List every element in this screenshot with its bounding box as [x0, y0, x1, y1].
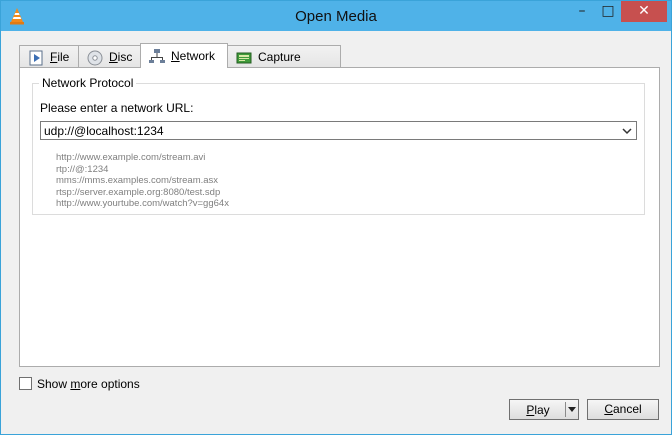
- example-url: mms://mms.examples.com/stream.asx: [56, 175, 219, 186]
- file-icon: [29, 50, 43, 66]
- url-examples: http://www.example.com/stream.avi rtp://…: [56, 152, 229, 210]
- cancel-button[interactable]: Cancel: [587, 399, 659, 420]
- network-icon: [149, 49, 165, 63]
- group-title: Network Protocol: [39, 76, 137, 90]
- chevron-down-icon[interactable]: [620, 124, 634, 138]
- example-url: rtp://@:1234: [56, 163, 109, 175]
- tab-disc[interactable]: Disc: [78, 45, 141, 67]
- show-more-options-checkbox[interactable]: [19, 377, 32, 390]
- close-button[interactable]: ✕: [621, 1, 667, 22]
- example-url: rtsp://server.example.org:8080/test.sdp: [56, 186, 221, 198]
- show-more-options-label[interactable]: Show more options: [37, 377, 140, 391]
- play-button[interactable]: Play: [509, 399, 579, 420]
- title-bar[interactable]: Open Media – □ ✕: [1, 1, 671, 31]
- tab-file[interactable]: File: [19, 45, 79, 67]
- open-media-dialog: Open Media – □ ✕ File Disc Network Captu…: [0, 0, 672, 435]
- minimize-button[interactable]: –: [569, 1, 595, 22]
- tab-file-label: File: [50, 50, 70, 64]
- network-url-combobox[interactable]: [40, 121, 637, 140]
- tab-capture-device[interactable]: Capture Device: [227, 45, 341, 86]
- disc-icon: [87, 50, 103, 66]
- network-url-input[interactable]: [44, 122, 614, 139]
- tab-network[interactable]: Network: [140, 43, 228, 68]
- tab-disc-label: Disc: [109, 50, 133, 64]
- play-split-divider: [565, 402, 566, 417]
- capture-device-icon: [236, 52, 252, 64]
- example-url: http://www.example.com/stream.avi: [56, 152, 206, 163]
- example-url: http://www.yourtube.com/watch?v=gg64x: [56, 198, 229, 209]
- play-button-label[interactable]: Play: [510, 403, 566, 417]
- network-protocol-group: Network Protocol Please enter a network …: [32, 76, 645, 215]
- maximize-button[interactable]: □: [595, 1, 621, 22]
- tab-network-label: Network: [171, 49, 216, 63]
- network-panel: Network Protocol Please enter a network …: [19, 67, 660, 367]
- url-label: Please enter a network URL:: [40, 101, 194, 115]
- play-dropdown-arrow-icon[interactable]: [568, 405, 576, 413]
